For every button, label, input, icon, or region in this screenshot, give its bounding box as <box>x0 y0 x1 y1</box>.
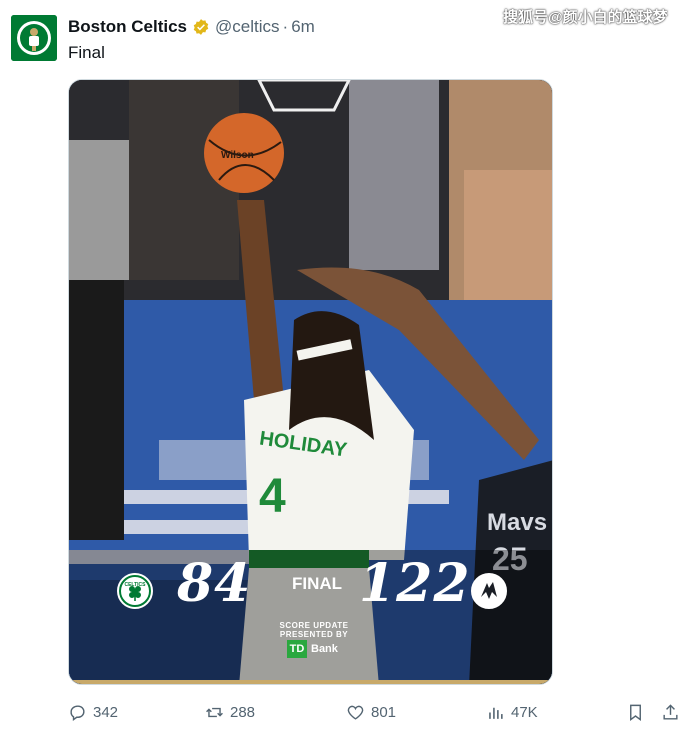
post-timestamp[interactable]: 6m <box>291 17 315 37</box>
jersey-number-text: 4 <box>259 470 286 523</box>
watermark: 搜狐号@颜小白的篮球梦 <box>503 9 668 26</box>
opponent-jersey-text: Mavs <box>487 509 547 536</box>
views-count: 47K <box>511 704 538 721</box>
sponsor-logo: TD Bank <box>287 640 338 658</box>
like-button[interactable]: 801 <box>346 703 396 722</box>
tweet-text: Final <box>68 43 105 62</box>
bookmark-icon <box>630 704 641 722</box>
celtics-team-logo-icon: CELTICS <box>117 573 153 609</box>
repost-icon <box>206 707 223 718</box>
home-score: 84 <box>177 553 252 614</box>
final-label: FINAL <box>292 574 343 593</box>
away-score: 122 <box>359 553 471 614</box>
celtics-logo-text: CELTICS <box>124 582 146 588</box>
author-handle[interactable]: @celtics <box>215 17 280 37</box>
views-bar-chart-icon <box>489 707 503 719</box>
verified-badge-icon <box>193 19 209 35</box>
repost-count: 288 <box>230 704 256 721</box>
celtics-logo-icon <box>11 15 57 61</box>
reply-icon <box>70 705 85 722</box>
reply-button[interactable]: 342 <box>68 703 118 722</box>
share-button[interactable] <box>661 703 680 722</box>
tweet-actions: 342 288 801 47K <box>68 703 683 725</box>
gold-accent-bar <box>69 680 552 684</box>
tweet-media-image[interactable]: Wilson HOLIDAY 4 Mavs 25 CELTICS 84 FINA… <box>68 79 553 685</box>
views-button[interactable]: 47K <box>486 703 538 722</box>
reply-count: 342 <box>93 704 119 721</box>
sponsor-name: Bank <box>311 643 338 655</box>
presented-by-text: SCORE UPDATE PRESENTED BY <box>279 621 349 639</box>
mavericks-team-logo-icon <box>471 573 507 609</box>
bookmark-button[interactable] <box>626 703 645 722</box>
celtics-avatar[interactable] <box>11 15 57 61</box>
separator-dot: · <box>282 17 289 36</box>
like-count: 801 <box>371 704 397 721</box>
tweet-header: Boston Celtics @celtics · 6m <box>68 16 315 38</box>
author-name[interactable]: Boston Celtics <box>68 17 187 37</box>
heart-icon <box>347 705 364 720</box>
repost-button[interactable]: 288 <box>205 703 255 722</box>
share-icon <box>663 704 678 720</box>
ball-brand-text: Wilson <box>221 150 254 161</box>
td-bank-logo-icon: TD <box>287 640 307 658</box>
